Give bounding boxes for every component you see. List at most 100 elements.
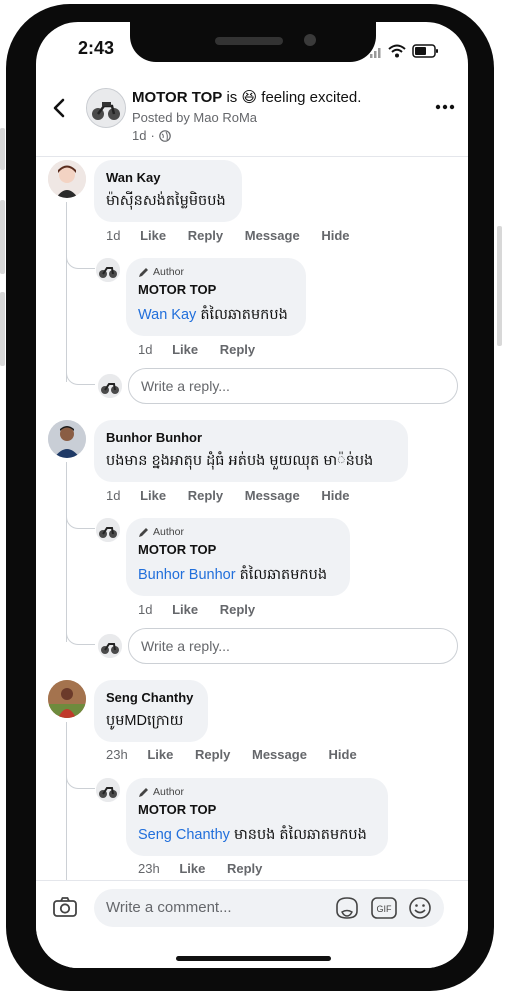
like-button[interactable]: Like <box>147 747 173 762</box>
speaker <box>215 37 283 45</box>
reply-placeholder: Write a reply... <box>141 378 230 394</box>
wifi-icon <box>388 44 406 58</box>
comment-time: 1d <box>106 228 121 243</box>
my-avatar <box>98 634 122 658</box>
thread-connector <box>66 508 95 529</box>
thread-line <box>66 202 67 382</box>
reply-text: Wan Kay តំលៃឆាតមកបង <box>138 306 288 327</box>
thread-connector <box>66 364 95 385</box>
thread-connector <box>66 768 95 789</box>
comment-actions: 1d Like Reply Message Hide <box>106 228 367 243</box>
commenter-avatar[interactable] <box>48 420 86 458</box>
thread-connector <box>66 248 95 269</box>
comment-author[interactable]: Wan Kay <box>106 170 160 185</box>
reply-button[interactable]: Reply <box>220 342 255 357</box>
like-button[interactable]: Like <box>179 861 205 876</box>
reply-bubble: Author MOTOR TOP Bunhor Bunhor តំលៃឆាតមក… <box>126 518 350 596</box>
page-avatar[interactable] <box>86 88 126 128</box>
pencil-icon <box>139 267 148 277</box>
author-avatar[interactable] <box>96 778 120 802</box>
avatar-sticker-icon[interactable] <box>334 896 360 920</box>
front-camera <box>304 34 316 46</box>
comment-time: 23h <box>106 747 128 762</box>
reply-text: Seng Chanthy មានបង តំលៃឆាតមកបង <box>138 826 367 847</box>
mention-link[interactable]: Bunhor Bunhor <box>138 567 236 583</box>
author-avatar[interactable] <box>96 518 120 542</box>
author-badge-label: Author <box>153 266 184 278</box>
gif-icon[interactable]: GIF <box>370 896 398 920</box>
reply-button[interactable]: Reply <box>195 747 230 762</box>
globe-icon <box>159 129 171 142</box>
message-button[interactable]: Message <box>252 747 307 762</box>
comment-author[interactable]: Seng Chanthy <box>106 690 193 705</box>
comment-bubble: Seng Chanthy បូមMDក្រោយ <box>94 680 208 742</box>
reply-actions: 1d Like Reply <box>138 342 273 357</box>
reply-button[interactable]: Reply <box>220 602 255 617</box>
like-button[interactable]: Like <box>172 602 198 617</box>
my-avatar <box>98 374 122 398</box>
hide-button[interactable]: Hide <box>321 488 349 503</box>
reply-input[interactable]: Write a reply... <box>128 368 458 404</box>
power-button <box>497 226 502 346</box>
status-prefix: is <box>226 89 238 106</box>
hide-button[interactable]: Hide <box>321 228 349 243</box>
thread-line <box>66 462 67 642</box>
comment-author[interactable]: Bunhor Bunhor <box>106 430 202 445</box>
comment-bubble: Bunhor Bunhor បងមាន ខ្នងអាតុប ដំុធំ អត់ប… <box>94 420 408 482</box>
comment-text: បងមាន ខ្នងអាតុប ដំុធំ អត់បង មួយឈុត មា៉ន់… <box>106 453 374 469</box>
reply-button[interactable]: Reply <box>227 861 262 876</box>
status-feeling: feeling excited. <box>261 89 362 106</box>
posted-by: Posted by Mao RoMa <box>132 110 258 125</box>
author-avatar[interactable] <box>96 258 120 282</box>
reply-author[interactable]: MOTOR TOP <box>138 802 216 817</box>
mention-link[interactable]: Wan Kay <box>138 307 196 323</box>
emoji-icon[interactable] <box>408 896 432 920</box>
like-button[interactable]: Like <box>140 488 166 503</box>
comment-input[interactable]: Write a comment... GIF <box>94 889 444 927</box>
author-badge: Author <box>138 786 184 798</box>
author-badge: Author <box>138 266 184 278</box>
reply-bubble: Author MOTOR TOP Seng Chanthy មានបង តំលៃ… <box>126 778 388 856</box>
comment-time: 1d <box>106 488 121 503</box>
home-indicator <box>176 956 331 961</box>
reply-message: មានបង តំលៃឆាតមកបង <box>233 827 367 843</box>
reply-button[interactable]: Reply <box>188 488 223 503</box>
pencil-icon <box>139 787 148 797</box>
reply-placeholder: Write a reply... <box>141 638 230 654</box>
like-button[interactable]: Like <box>140 228 166 243</box>
mention-link[interactable]: Seng Chanthy <box>138 827 230 843</box>
volume-down-button <box>0 292 5 366</box>
volume-up-button <box>0 200 5 274</box>
hide-button[interactable]: Hide <box>329 747 357 762</box>
thread-line <box>66 722 67 882</box>
pencil-icon <box>139 527 148 537</box>
commenter-avatar[interactable] <box>48 160 86 198</box>
thread-connector <box>66 624 95 645</box>
page-name[interactable]: MOTOR TOP <box>132 89 222 106</box>
message-button[interactable]: Message <box>245 228 300 243</box>
reply-author[interactable]: MOTOR TOP <box>138 542 216 557</box>
post-header-title: MOTOR TOP is 😆 feeling excited. <box>132 88 361 106</box>
commenter-avatar[interactable] <box>48 680 86 718</box>
reply-time: 23h <box>138 861 160 876</box>
back-icon[interactable] <box>50 96 70 120</box>
comment-text: ម៉ាស៊ីនសង់តម្លៃមិចបង <box>106 193 226 209</box>
reply-author[interactable]: MOTOR TOP <box>138 282 216 297</box>
camera-icon[interactable] <box>52 895 78 919</box>
reply-button[interactable]: Reply <box>188 228 223 243</box>
notch <box>130 22 376 62</box>
author-badge-label: Author <box>153 786 184 798</box>
author-badge-label: Author <box>153 526 184 538</box>
comment-actions: 23h Like Reply Message Hide <box>106 747 375 762</box>
like-button[interactable]: Like <box>172 342 198 357</box>
more-options-icon[interactable] <box>434 102 456 112</box>
reply-message: តំលៃឆាតមកបង <box>239 567 328 583</box>
reply-input[interactable]: Write a reply... <box>128 628 458 664</box>
screen: 2:43 MOTOR TOP is 😆 feeling excited. Pos… <box>36 22 468 968</box>
message-button[interactable]: Message <box>245 488 300 503</box>
reply-time: 1d <box>138 602 153 617</box>
reply-bubble: Author MOTOR TOP Wan Kay តំលៃឆាតមកបង <box>126 258 306 336</box>
svg-text:GIF: GIF <box>377 904 393 914</box>
reply-actions: 23h Like Reply <box>138 861 280 876</box>
header-divider <box>36 156 468 157</box>
